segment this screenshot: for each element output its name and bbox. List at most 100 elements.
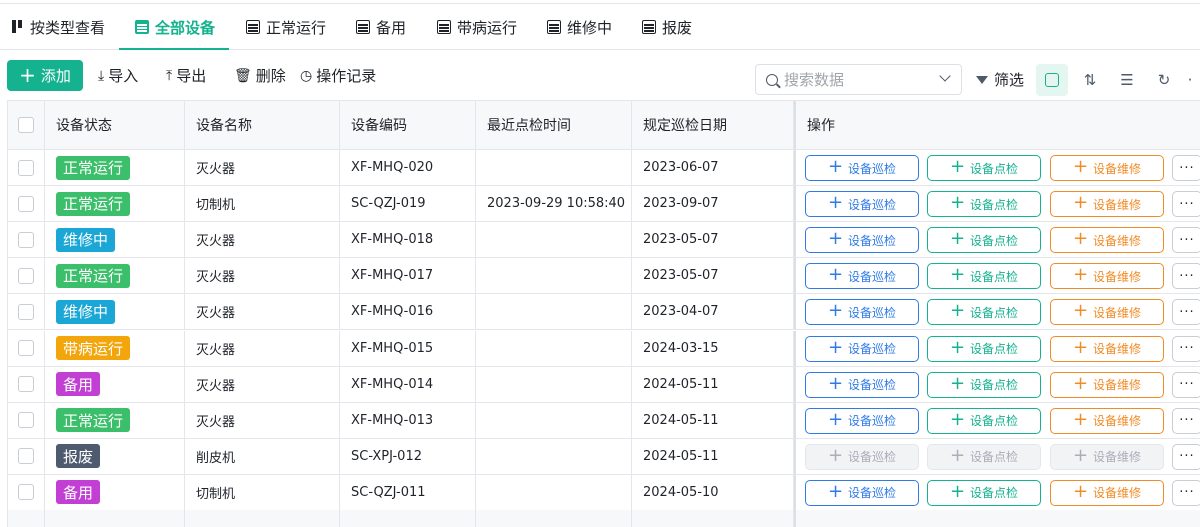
repair-button[interactable]: + 设备维修 bbox=[1050, 263, 1164, 290]
check-button[interactable]: + 设备点检 bbox=[927, 335, 1041, 362]
more-actions-button[interactable]: ··· bbox=[1172, 335, 1200, 362]
row-checkbox[interactable] bbox=[18, 484, 34, 501]
check-button[interactable]: + 设备点检 bbox=[927, 191, 1041, 218]
row-checkbox[interactable] bbox=[18, 267, 34, 284]
table-row[interactable]: 备用 切制机 SC-QZJ-011 2024-05-10 + 设备巡检 + 设备点检 + 设备维修… bbox=[8, 474, 1200, 511]
row-checkbox[interactable] bbox=[18, 303, 34, 320]
row-checkbox[interactable] bbox=[18, 195, 34, 212]
table-row[interactable]: 维修中 灭火器 XF-MHQ-016 2023-04-07 + 设备巡检 + 设备点检 + 设备维… bbox=[8, 294, 1200, 331]
check-label: 设备点检 bbox=[970, 486, 1019, 501]
check-button[interactable]: + 设备点检 bbox=[927, 371, 1041, 398]
actions-cell: + 设备巡检 + 设备点检 + 设备维修 ··· bbox=[794, 150, 1200, 185]
table-row[interactable]: 维修中 灭火器 XF-MHQ-018 2023-05-07 + 设备巡检 + 设备点检 + 设备维… bbox=[8, 222, 1200, 259]
refresh-button[interactable]: ↻ bbox=[1148, 64, 1180, 96]
row-checkbox[interactable] bbox=[18, 159, 34, 176]
inspect-button[interactable]: + 设备巡检 bbox=[805, 335, 919, 362]
table-row[interactable]: 正常运行 切制机 SC-QZJ-019 2023-09-29 10:58:40 2023… bbox=[8, 186, 1200, 223]
repair-button[interactable]: + 设备维修 bbox=[1050, 155, 1164, 181]
check-label: 设备点检 bbox=[970, 305, 1019, 320]
more-actions-button[interactable]: ··· bbox=[1172, 299, 1200, 326]
table-row[interactable]: 报废 削皮机 SC-XPJ-012 2024-05-11 + 设备巡检 + 设备点检 + 设备维修… bbox=[8, 438, 1200, 475]
repair-button[interactable]: + 设备维修 bbox=[1050, 371, 1164, 398]
repair-button[interactable]: + 设备维修 bbox=[1050, 191, 1164, 218]
add-button[interactable]: + 添加 bbox=[7, 60, 83, 91]
inspect-button[interactable]: + 设备巡检 bbox=[805, 299, 919, 326]
check-button[interactable]: + 设备点检 bbox=[927, 443, 1041, 470]
plus-icon: + bbox=[949, 192, 966, 214]
select-all-checkbox[interactable] bbox=[18, 117, 34, 133]
more-toolbar-button[interactable]: · bbox=[1180, 64, 1200, 96]
check-button[interactable]: + 设备点检 bbox=[927, 155, 1041, 181]
import-button[interactable]: ⤓ 导入 bbox=[98, 60, 138, 91]
search-input[interactable]: 搜索数据 bbox=[755, 64, 962, 95]
more-actions-button[interactable]: ··· bbox=[1172, 155, 1200, 181]
header-due-date[interactable]: 规定巡检日期 bbox=[632, 101, 794, 149]
inspect-button[interactable]: + 设备巡检 bbox=[805, 407, 919, 434]
delete-button[interactable]: 🗑 删除 bbox=[234, 60, 286, 91]
tab-by-type[interactable]: 按类型查看 bbox=[12, 4, 105, 50]
tab-normal[interactable]: 正常运行 bbox=[246, 4, 326, 50]
more-actions-button[interactable]: ··· bbox=[1172, 407, 1200, 434]
inspect-button[interactable]: + 设备巡检 bbox=[805, 155, 919, 181]
header-last-check[interactable]: 最近点检时间 bbox=[476, 101, 632, 149]
check-button[interactable]: + 设备点检 bbox=[927, 227, 1041, 254]
table-row[interactable]: 带病运行 灭火器 XF-MHQ-015 2024-03-15 + 设备巡检 + 设备点检 + 设备… bbox=[8, 330, 1200, 367]
table-row[interactable]: 正常运行 灭火器 XF-MHQ-020 2023-06-07 + 设备巡检 + 设备点检 + 设备… bbox=[8, 150, 1200, 186]
more-actions-button[interactable]: ··· bbox=[1172, 479, 1200, 506]
repair-button[interactable]: + 设备维修 bbox=[1050, 443, 1164, 470]
row-checkbox[interactable] bbox=[18, 376, 34, 393]
tab-spare[interactable]: 备用 bbox=[356, 4, 406, 50]
repair-button[interactable]: + 设备维修 bbox=[1050, 479, 1164, 506]
inspect-button[interactable]: + 设备巡检 bbox=[805, 443, 919, 470]
header-status[interactable]: 设备状态 bbox=[45, 101, 185, 149]
header-name[interactable]: 设备名称 bbox=[185, 101, 340, 149]
more-actions-button[interactable]: ··· bbox=[1172, 227, 1200, 254]
tab-under-repair[interactable]: 维修中 bbox=[547, 4, 612, 50]
check-button[interactable]: + 设备点检 bbox=[927, 479, 1041, 506]
upload-icon: ⤒ bbox=[166, 67, 173, 84]
tab-sick-running[interactable]: 带病运行 bbox=[437, 4, 517, 50]
check-button[interactable]: + 设备点检 bbox=[927, 407, 1041, 434]
table-row[interactable]: 正常运行 灭火器 XF-MHQ-013 2024-05-11 + 设备巡检 + 设备点检 + 设备… bbox=[8, 402, 1200, 439]
more-actions-button[interactable]: ··· bbox=[1172, 443, 1200, 470]
plus-icon: + bbox=[949, 444, 966, 466]
chevron-down-icon[interactable] bbox=[939, 70, 951, 82]
check-button[interactable]: + 设备点检 bbox=[927, 299, 1041, 326]
device-name: 灭火器 bbox=[185, 366, 340, 402]
group-button[interactable]: ☰ bbox=[1111, 64, 1143, 96]
repair-button[interactable]: + 设备维修 bbox=[1050, 227, 1164, 254]
device-name: 灭火器 bbox=[185, 330, 340, 366]
row-checkbox[interactable] bbox=[18, 340, 34, 356]
check-button[interactable]: + 设备点检 bbox=[927, 263, 1041, 290]
row-checkbox[interactable] bbox=[18, 448, 34, 465]
plus-icon: + bbox=[949, 300, 966, 322]
inspect-button[interactable]: + 设备巡检 bbox=[805, 227, 919, 254]
header-code[interactable]: 设备编码 bbox=[340, 101, 476, 149]
export-button[interactable]: ⤒ 导出 bbox=[166, 60, 206, 91]
plus-icon: + bbox=[827, 192, 844, 214]
tab-scrapped[interactable]: 报废 bbox=[642, 4, 692, 50]
row-checkbox[interactable] bbox=[18, 412, 34, 429]
more-actions-button[interactable]: ··· bbox=[1172, 191, 1200, 218]
note-view-button[interactable] bbox=[1036, 64, 1068, 96]
repair-button[interactable]: + 设备维修 bbox=[1050, 299, 1164, 326]
toolbar: + 添加 ⤓ 导入 ⤒ 导出 🗑 删除 ◷ 操作记录 搜索数据 筛选 ⇅ ☰ ↻… bbox=[0, 50, 1200, 100]
table-row[interactable]: 备用 灭火器 XF-MHQ-014 2024-05-11 + 设备巡检 + 设备点检 + 设备维修… bbox=[8, 366, 1200, 403]
row-checkbox[interactable] bbox=[18, 231, 34, 248]
operation-log-button[interactable]: ◷ 操作记录 bbox=[300, 60, 376, 91]
repair-button[interactable]: + 设备维修 bbox=[1050, 407, 1164, 434]
inspect-button[interactable]: + 设备巡检 bbox=[805, 191, 919, 218]
filter-button[interactable]: 筛选 bbox=[976, 64, 1024, 95]
inspect-button[interactable]: + 设备巡检 bbox=[805, 371, 919, 398]
inspect-button[interactable]: + 设备巡检 bbox=[805, 479, 919, 506]
table-row[interactable]: 正常运行 灭火器 XF-MHQ-017 2023-05-07 + 设备巡检 + 设备点检 + 设备… bbox=[8, 258, 1200, 295]
inspect-button[interactable]: + 设备巡检 bbox=[805, 263, 919, 290]
tab-label: 正常运行 bbox=[266, 18, 327, 37]
sort-button[interactable]: ⇅ bbox=[1074, 64, 1106, 96]
status-badge: 维修中 bbox=[56, 299, 116, 324]
tab-all-devices[interactable]: 全部设备 bbox=[135, 4, 215, 50]
more-actions-button[interactable]: ··· bbox=[1172, 371, 1200, 398]
more-actions-button[interactable]: ··· bbox=[1172, 263, 1200, 290]
repair-label: 设备维修 bbox=[1093, 197, 1142, 212]
repair-button[interactable]: + 设备维修 bbox=[1050, 335, 1164, 362]
